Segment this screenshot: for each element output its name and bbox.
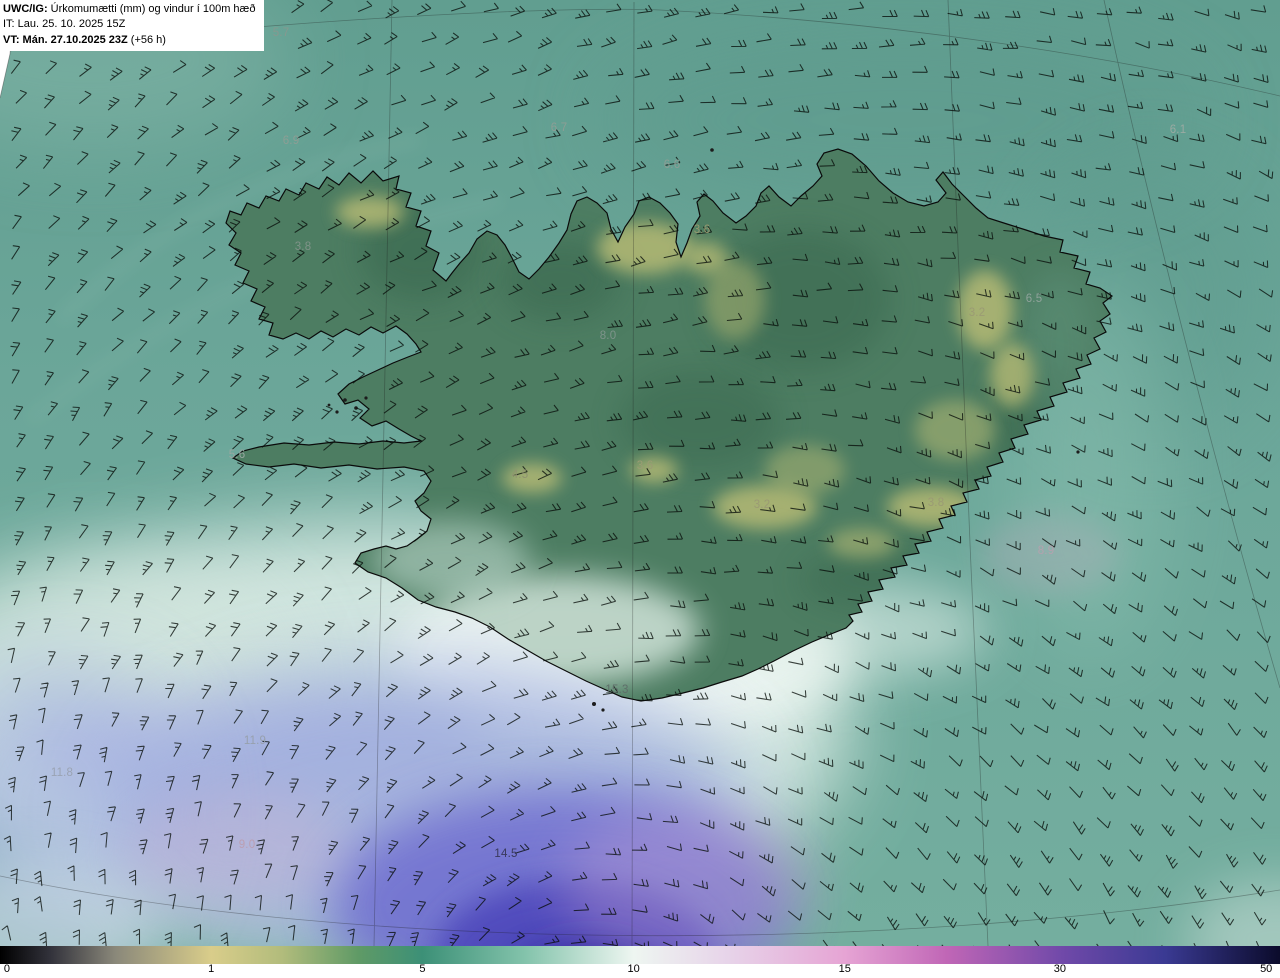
colorbar-ticks: 0 1 5 10 15 30 50 [0,963,1280,978]
weather-map-app: 5.7 6.9 6.7 6.6 6.1 3.8 3.6 3.2 6.5 8.0 5.6 4.5 3.6 3… [0,0,1280,978]
colorbar-tick-label: 1 [208,963,215,975]
colorbar-tick-label: 0 [3,963,10,975]
valid-time-line: VT: Mán. 27.10.2025 23Z (+56 h) [3,33,255,48]
map-canvas: 5.7 6.9 6.7 6.6 6.1 3.8 3.6 3.2 6.5 8.0 5.6 4.5 3.6 3… [0,0,1280,946]
colorbar-tick-label: 50 [1260,963,1273,975]
init-time-line: IT: Lau. 25. 10. 2025 15Z [3,18,126,31]
colorbar-tick-label: 10 [627,963,640,975]
title-line: UWC/IG: Úrkomumætti (mm) og vindur í 100… [3,2,255,17]
colorbar-tick-label: 15 [838,963,851,975]
valid-time: VT: Mán. 27.10.2025 23Z [3,33,128,46]
map-title: Úrkomumætti (mm) og vindur í 100m hæð [47,3,256,15]
colorbar-gradient [0,946,1280,964]
colorbar: 0 1 5 10 15 30 50 [0,946,1280,978]
colorbar-tick-label: 5 [419,963,426,975]
forecast-lead: (+56 h) [127,33,166,46]
colorbar-tick-label: 30 [1053,963,1066,975]
map-graphics [0,0,1280,946]
map-header: UWC/IG: Úrkomumætti (mm) og vindur í 100… [0,0,265,52]
model-id: UWC/IG: [3,3,48,15]
